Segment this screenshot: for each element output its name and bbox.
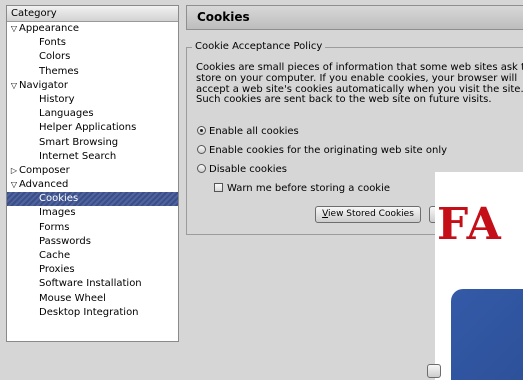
tree-item-history[interactable]: History: [7, 93, 178, 107]
tree-item-forms[interactable]: Forms: [7, 221, 178, 235]
tree-item-images[interactable]: Images: [7, 206, 178, 220]
tree-item-label: Advanced: [19, 179, 69, 191]
view-stored-cookies-button[interactable]: View Stored Cookies: [315, 206, 421, 223]
tree-item-label: Mouse Wheel: [39, 292, 106, 304]
tree-item-label: Desktop Integration: [39, 306, 139, 318]
tree-item-label: Passwords: [39, 235, 91, 247]
radio-label: Enable all cookies: [209, 126, 299, 137]
tree-item-navigator[interactable]: ▽ Navigator: [7, 79, 178, 93]
tree-item-label: Navigator: [19, 79, 68, 91]
tree-item-label: Fonts: [39, 37, 66, 49]
tree-item-advanced[interactable]: ▽ Advanced: [7, 178, 178, 192]
overlay-logo-text: FA: [437, 199, 502, 250]
twisty-expanded-icon[interactable]: ▽: [9, 79, 19, 93]
twisty-collapsed-icon[interactable]: ▷: [9, 164, 19, 178]
radio-disable-cookies[interactable]: Disable cookies: [197, 163, 287, 177]
tree-item-proxies[interactable]: Proxies: [7, 263, 178, 277]
tree-item-helper-applications[interactable]: Helper Applications: [7, 121, 178, 135]
tree-item-label: Cookies: [39, 193, 79, 205]
policy-description: Cookies are small pieces of information …: [196, 62, 523, 106]
tree-item-passwords[interactable]: Passwords: [7, 235, 178, 249]
category-tree[interactable]: Category ▽ Appearance Fonts Colors Themes ▽ Na…: [6, 5, 179, 342]
tree-item-cache[interactable]: Cache: [7, 249, 178, 263]
radio-label: Enable cookies for the originating web s…: [209, 145, 448, 156]
button-label-rest: iew Stored Cookies: [328, 209, 414, 219]
tree-item-mouse-wheel[interactable]: Mouse Wheel: [7, 292, 178, 306]
radio-label: Disable cookies: [209, 164, 287, 175]
tree-column-header[interactable]: Category: [7, 6, 178, 22]
tree-item-label: Software Installation: [39, 278, 142, 290]
tree-item-label: Proxies: [39, 264, 75, 276]
tree-item-colors[interactable]: Colors: [7, 50, 178, 64]
radio-indicator[interactable]: [197, 126, 206, 135]
tree-item-label: Internet Search: [39, 150, 117, 162]
tree-item-label: Images: [39, 207, 76, 219]
bottom-button[interactable]: [427, 364, 441, 378]
tree-item-label: Themes: [39, 65, 79, 77]
tree-item-composer[interactable]: ▷ Composer: [7, 164, 178, 178]
tree-item-label: Forms: [39, 221, 70, 233]
tree-item-fonts[interactable]: Fonts: [7, 36, 178, 50]
tree-item-label: Smart Browsing: [39, 136, 119, 148]
tree-item-label: Composer: [19, 164, 70, 176]
tree-item-software-installation[interactable]: Software Installation: [7, 277, 178, 291]
checkbox-label: Warn me before storing a cookie: [227, 183, 391, 194]
tree-item-cookies[interactable]: Cookies: [7, 192, 178, 207]
panel-title: Cookies: [186, 5, 523, 30]
tree-item-smart-browsing[interactable]: Smart Browsing: [7, 136, 178, 150]
group-legend: Cookie Acceptance Policy: [192, 41, 326, 53]
tree-item-internet-search[interactable]: Internet Search: [7, 150, 178, 164]
warn-before-storing-checkbox[interactable]: Warn me before storing a cookie: [214, 182, 390, 196]
twisty-expanded-icon[interactable]: ▽: [9, 178, 19, 192]
tree-item-label: History: [39, 93, 75, 105]
tree-item-languages[interactable]: Languages: [7, 107, 178, 121]
radio-enable-originating-site-only[interactable]: Enable cookies for the originating web s…: [197, 144, 447, 158]
tree-item-themes[interactable]: Themes: [7, 65, 178, 79]
tree-item-label: Colors: [39, 51, 71, 63]
checkbox-indicator[interactable]: [214, 183, 223, 192]
tree-item-label: Appearance: [19, 23, 80, 34]
overlay-blue-panel: [451, 289, 523, 380]
tree-item-appearance[interactable]: ▽ Appearance: [7, 22, 178, 36]
tree-item-label: Cache: [39, 250, 71, 261]
radio-indicator[interactable]: [197, 164, 206, 173]
tree-item-desktop-integration[interactable]: Desktop Integration: [7, 306, 178, 320]
tree-rows: ▽ Appearance Fonts Colors Themes ▽ Navigator Hi…: [7, 22, 178, 320]
radio-indicator[interactable]: [197, 145, 206, 154]
twisty-expanded-icon[interactable]: ▽: [9, 22, 19, 36]
overlay-image: FA: [435, 172, 523, 380]
tree-item-label: Languages: [39, 108, 94, 120]
radio-enable-all-cookies[interactable]: Enable all cookies: [197, 125, 299, 139]
tree-item-label: Helper Applications: [39, 122, 137, 134]
